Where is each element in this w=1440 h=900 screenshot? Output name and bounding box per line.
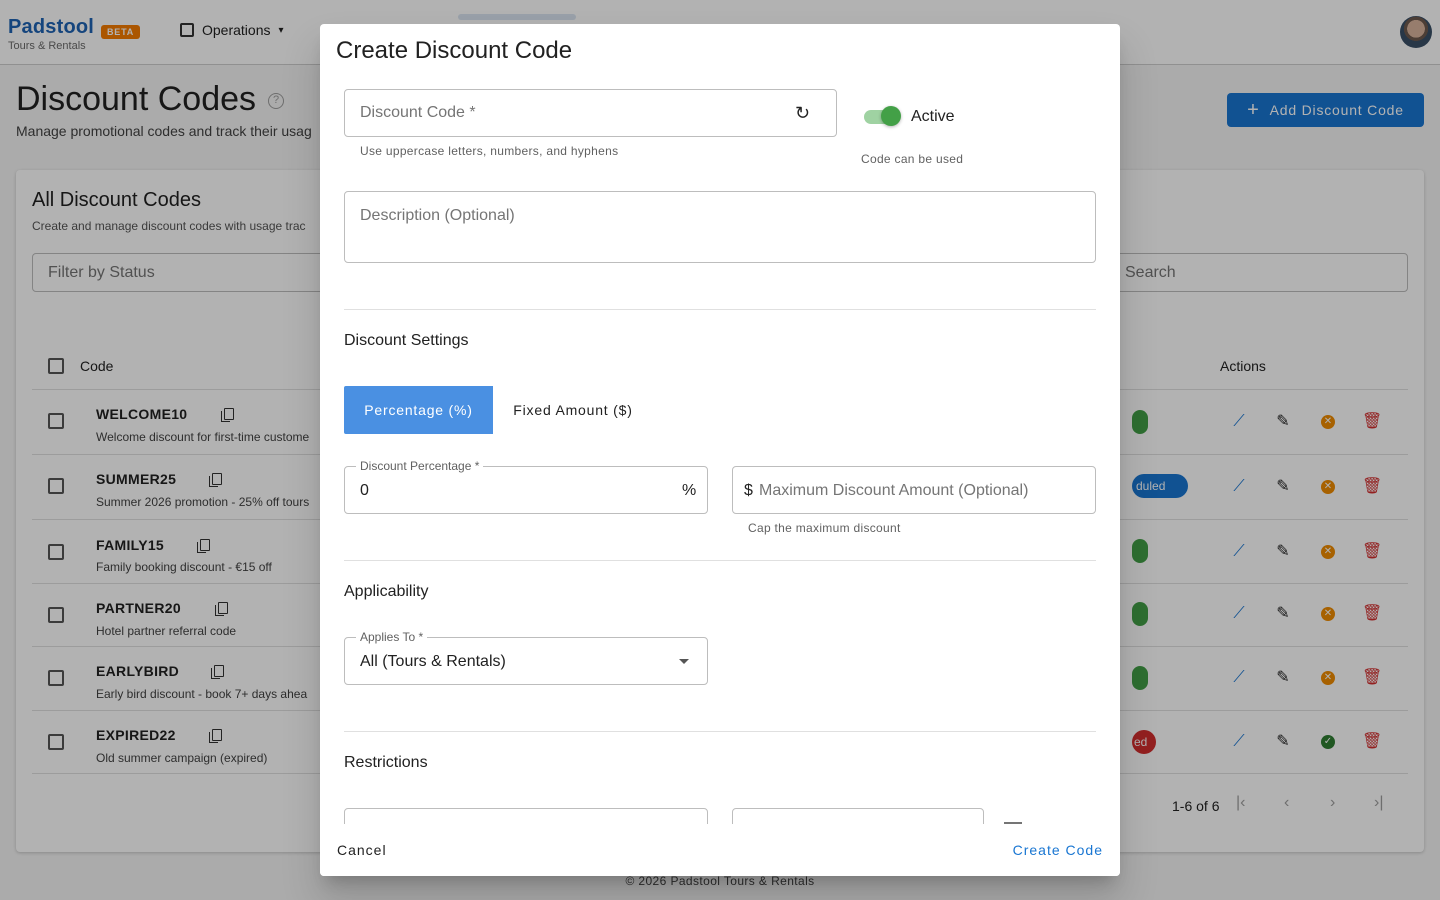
restriction-field-1[interactable] <box>344 808 708 824</box>
type-toggle-percentage[interactable]: Percentage (%) <box>344 386 493 434</box>
max-discount-placeholder: Maximum Discount Amount (Optional) <box>759 482 1029 499</box>
divider <box>344 560 1096 561</box>
max-discount-input[interactable]: $ Maximum Discount Amount (Optional) <box>732 466 1096 514</box>
dropdown-arrow-icon <box>679 659 689 664</box>
dollar-prefix: $ <box>744 482 753 499</box>
applies-to-value: All (Tours & Rentals) <box>360 653 506 670</box>
max-discount-helper: Cap the maximum discount <box>748 521 901 535</box>
discount-percentage-input[interactable]: Discount Percentage * 0 % <box>344 459 708 514</box>
divider <box>344 309 1096 310</box>
dialog-title: Create Discount Code <box>336 37 573 64</box>
create-code-button[interactable]: Create Code <box>1013 842 1103 858</box>
active-switch-label: Active <box>911 108 955 125</box>
cancel-button[interactable]: Cancel <box>337 842 387 858</box>
applies-to-select[interactable]: Applies To * All (Tours & Rentals) <box>344 630 708 685</box>
description-placeholder: Description (Optional) <box>360 207 515 224</box>
description-textarea[interactable]: Description (Optional) <box>344 191 1096 263</box>
active-switch-helper: Code can be used <box>861 152 964 166</box>
discount-percentage-label: Discount Percentage * <box>356 459 484 473</box>
dialog-content[interactable]: Discount Code * ↻ Use uppercase letters,… <box>320 88 1120 824</box>
active-switch-thumb[interactable] <box>881 106 901 126</box>
applies-to-label: Applies To * <box>356 630 428 644</box>
create-discount-dialog: Create Discount Code Discount Code * ↻ U… <box>320 24 1120 876</box>
section-discount-settings: Discount Settings <box>344 332 469 349</box>
restriction-field-2[interactable] <box>732 808 984 824</box>
discount-percentage-value: 0 <box>360 482 369 499</box>
type-toggle-fixed-amount[interactable]: Fixed Amount ($) <box>493 386 653 434</box>
divider <box>344 731 1096 732</box>
refresh-icon[interactable]: ↻ <box>795 103 810 124</box>
section-restrictions: Restrictions <box>344 754 428 771</box>
discount-code-helper: Use uppercase letters, numbers, and hyph… <box>360 144 619 158</box>
discount-code-placeholder: Discount Code * <box>360 104 476 121</box>
dialog-actions: Cancel Create Code <box>320 824 1120 876</box>
section-applicability: Applicability <box>344 583 429 600</box>
discount-code-input[interactable]: Discount Code * ↻ <box>344 89 837 137</box>
percent-suffix: % <box>682 482 697 499</box>
